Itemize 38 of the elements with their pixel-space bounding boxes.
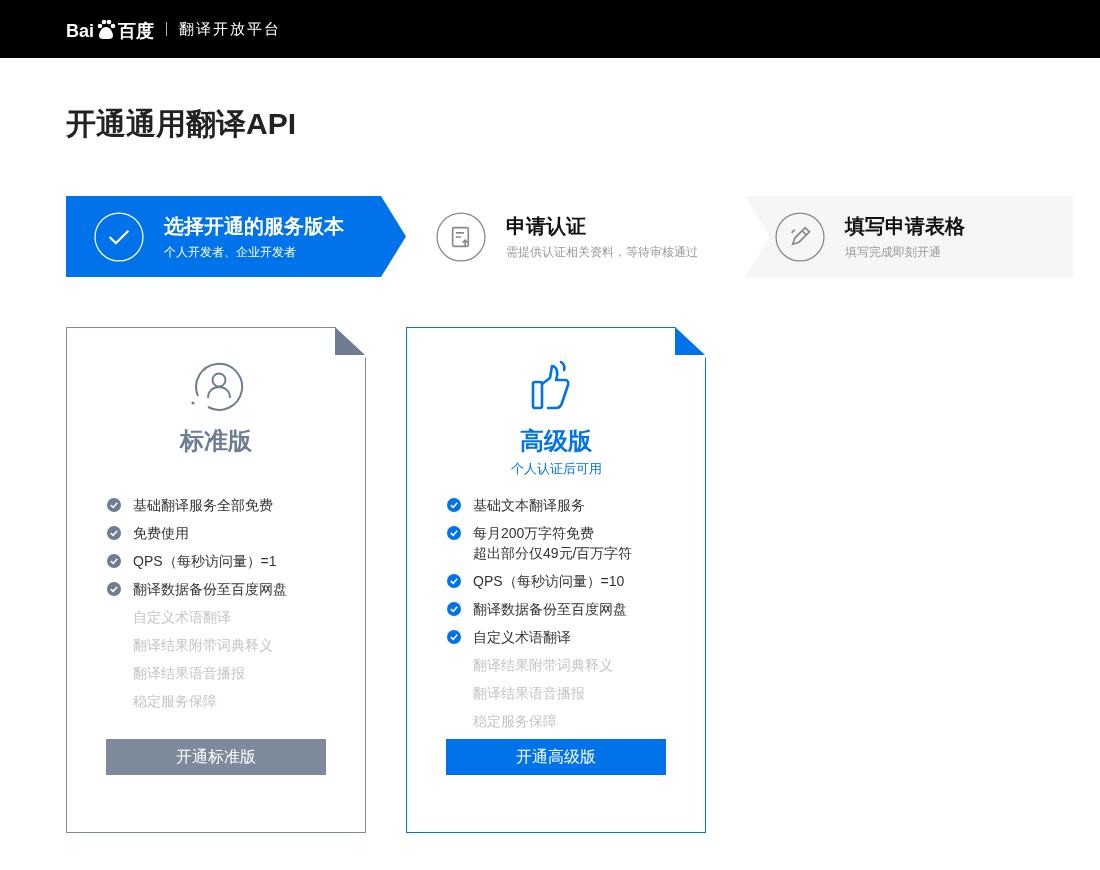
feature-text: 翻译数据备份至百度网盘 <box>473 600 627 618</box>
feature-text: 基础文本翻译服务 <box>473 496 585 514</box>
step[interactable]: 选择开通的服务版本 个人开发者、企业开发者 <box>66 196 406 277</box>
feature-text: 自定义术语翻译 <box>133 608 231 626</box>
step-title: 申请认证 <box>506 213 587 238</box>
logo-text: 百度 <box>118 22 154 40</box>
platform-name: 翻译开放平台 <box>179 18 281 39</box>
logo[interactable]: Bai 百度 <box>66 18 154 40</box>
step-title: 选择开通的服务版本 <box>164 213 344 238</box>
feature-text: 自定义术语翻译 <box>473 628 571 646</box>
step-subtitle: 需提供认证相关资料，等待审核通过 <box>506 243 698 260</box>
feature-text: 翻译结果语音播报 <box>133 664 245 682</box>
step-subtitle: 填写完成即刻开通 <box>845 243 942 260</box>
page-title: 开通通用翻译API <box>66 106 297 142</box>
plan-button[interactable]: 开通高级版 <box>446 739 666 775</box>
plan-subtitle: 个人认证后可用 <box>510 460 602 478</box>
feature-text: 稳定服务保障 <box>473 712 557 730</box>
plan-name: 高级版 <box>520 426 592 456</box>
folded-corner <box>335 327 365 355</box>
feature-text: 每月200万字符免费 <box>473 524 596 542</box>
pencil-icon <box>775 211 825 262</box>
feature-text: QPS（每秒访问量）=1 <box>133 552 277 570</box>
feature-text: 翻译结果语音播报 <box>473 684 585 702</box>
paw-icon <box>95 18 117 40</box>
feature-text: QPS（每秒访问量）=10 <box>473 572 625 590</box>
step[interactable]: 填写申请表格 填写完成即刻开通 <box>745 196 1073 277</box>
document-icon <box>436 211 486 262</box>
step-subtitle: 个人开发者、企业开发者 <box>164 243 297 260</box>
check-icon <box>94 211 144 262</box>
feature-text: 免费使用 <box>133 524 189 542</box>
plan-button[interactable]: 开通标准版 <box>106 739 326 775</box>
feature-text: 翻译数据备份至百度网盘 <box>133 580 287 598</box>
feature-text: 稳定服务保障 <box>133 692 217 710</box>
plan-name: 标准版 <box>180 426 252 456</box>
feature-text: 基础翻译服务全部免费 <box>133 496 273 514</box>
feature-note: 超出部分仅49元/百万字符 <box>473 544 633 562</box>
step-title: 填写申请表格 <box>845 213 965 238</box>
logo-text: Bai <box>66 22 94 40</box>
